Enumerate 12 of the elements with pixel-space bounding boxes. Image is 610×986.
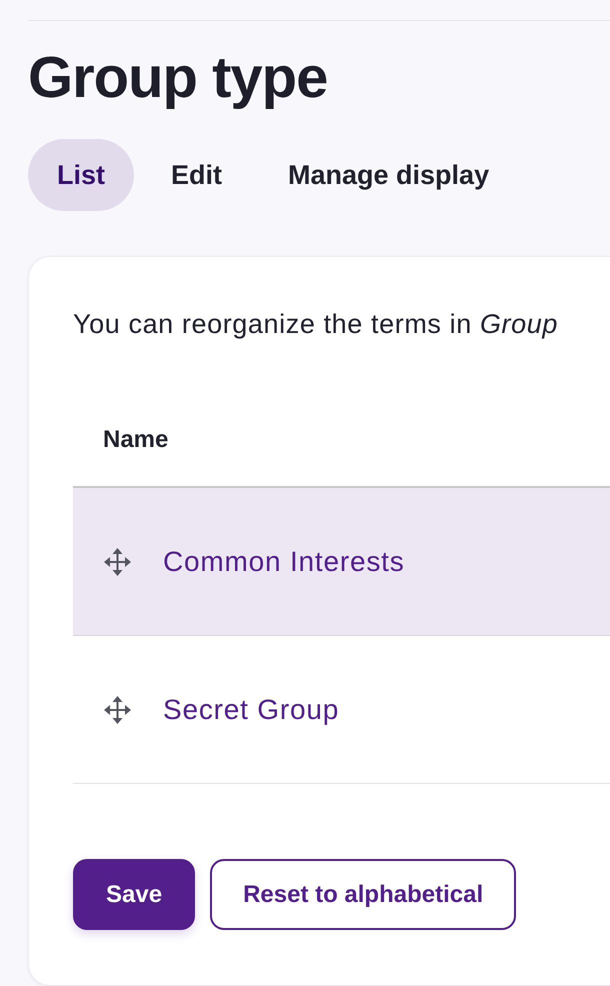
move-icon[interactable] xyxy=(104,548,131,576)
reset-button[interactable]: Reset to alphabetical xyxy=(210,859,516,930)
tab[interactable]: List xyxy=(28,139,134,211)
move-icon[interactable] xyxy=(104,696,131,724)
tab[interactable]: Manage display xyxy=(259,139,518,211)
tab[interactable]: Edit xyxy=(142,139,252,211)
column-header: Name xyxy=(103,425,168,455)
save-button[interactable]: Save xyxy=(73,859,196,930)
page-title: Group type xyxy=(28,44,328,112)
description-text: You can reorganize the terms in Group xyxy=(73,308,558,341)
term-link[interactable]: Common Interests xyxy=(163,544,405,578)
term-link[interactable]: Secret Group xyxy=(163,692,340,726)
